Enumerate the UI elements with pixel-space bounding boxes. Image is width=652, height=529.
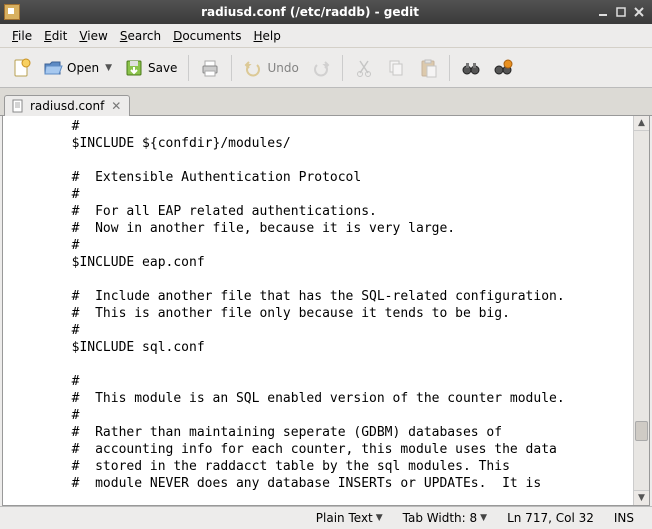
new-file-icon [11,58,31,78]
undo-icon [243,58,263,78]
menu-file[interactable]: File [6,27,38,45]
open-folder-icon [43,58,63,78]
undo-label: Undo [267,61,298,75]
scroll-thumb[interactable] [635,421,648,441]
find-replace-button[interactable] [488,52,518,84]
save-label: Save [148,61,177,75]
titlebar: radiusd.conf (/etc/raddb) - gedit [0,0,652,24]
cut-button [349,52,379,84]
insert-mode[interactable]: INS [604,511,644,525]
close-icon [634,7,644,17]
cursor-position: Ln 717, Col 32 [497,511,604,525]
new-button[interactable] [6,52,36,84]
text-editor[interactable]: # $INCLUDE ${confdir}/modules/ # Extensi… [3,116,633,505]
tab-width-selector[interactable]: Tab Width: 8 ▼ [393,511,497,525]
undo-button: Undo [238,52,303,84]
menubar: File Edit View Search Documents Help [0,24,652,48]
menu-documents[interactable]: Documents [167,27,247,45]
window-title: radiusd.conf (/etc/raddb) - gedit [26,5,594,19]
toolbar-sep-2 [231,55,232,81]
save-icon [124,58,144,78]
copy-button [381,52,411,84]
paste-icon [418,58,438,78]
menu-view[interactable]: View [73,27,113,45]
open-button[interactable]: Open ▼ [38,52,117,84]
menu-edit[interactable]: Edit [38,27,73,45]
editor-area: # $INCLUDE ${confdir}/modules/ # Extensi… [2,116,650,506]
redo-button [306,52,336,84]
close-button[interactable] [630,4,648,20]
find-replace-icon [493,58,513,78]
scroll-up-arrow[interactable]: ▲ [633,116,650,131]
open-dropdown-arrow[interactable]: ▼ [105,63,112,73]
copy-icon [386,58,406,78]
statusbar: Plain Text ▼ Tab Width: 8 ▼ Ln 717, Col … [0,506,652,529]
tabbar: radiusd.conf ✕ [0,88,652,116]
maximize-icon [616,7,626,17]
chevron-down-icon: ▼ [376,513,383,523]
language-label: Plain Text [316,511,373,525]
scroll-down-arrow[interactable]: ▼ [633,490,650,506]
redo-icon [311,58,331,78]
tab-label: radiusd.conf [30,99,104,113]
toolbar-sep-1 [188,55,189,81]
maximize-button[interactable] [612,4,630,20]
tab-radiusd[interactable]: radiusd.conf ✕ [4,95,130,116]
tab-width-label: Tab Width: 8 [403,511,477,525]
toolbar-sep-3 [342,55,343,81]
language-selector[interactable]: Plain Text ▼ [306,511,393,525]
vertical-scrollbar[interactable]: ▲ ▼ [633,116,649,505]
open-label: Open [67,61,99,75]
minimize-button[interactable] [594,4,612,20]
binoculars-icon [461,58,481,78]
cut-icon [354,58,374,78]
menu-help[interactable]: Help [248,27,287,45]
paste-button [413,52,443,84]
file-icon [11,99,25,113]
print-icon [200,58,220,78]
toolbar-sep-4 [449,55,450,81]
print-button[interactable] [195,52,225,84]
tab-close-button[interactable]: ✕ [109,99,123,113]
minimize-icon [598,7,608,17]
save-button[interactable]: Save [119,52,182,84]
menu-search[interactable]: Search [114,27,167,45]
chevron-down-icon: ▼ [480,513,487,523]
find-button[interactable] [456,52,486,84]
app-icon [4,4,20,20]
scroll-track[interactable] [634,130,649,491]
toolbar: Open ▼ Save Undo [0,48,652,88]
